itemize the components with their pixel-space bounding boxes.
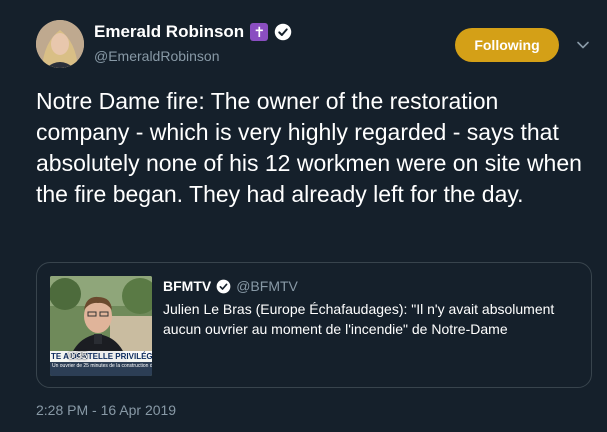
verified-badge-icon: [216, 279, 231, 293]
tweet-timestamp[interactable]: 2:28 PM - 16 Apr 2019: [36, 402, 176, 418]
video-ticker: TE A DENTELLE PRIVILÉGIÉE: [50, 351, 152, 362]
video-subtitle: Un ouvrier de 25 minutes de la construct…: [50, 362, 152, 376]
video-duration: 0:35: [68, 351, 88, 362]
cross-icon: ✝: [250, 23, 269, 41]
author-name-row: Emerald Robinson ✝: [94, 22, 292, 42]
video-thumbnail[interactable]: TE A DENTELLE PRIVILÉGIÉE 0:35 Un ouvrie…: [50, 276, 152, 376]
quoted-tweet-card[interactable]: TE A DENTELLE PRIVILÉGIÉE 0:35 Un ouvrie…: [36, 262, 592, 388]
quoted-author-handle[interactable]: @BFMTV: [236, 278, 298, 294]
following-button[interactable]: Following: [455, 28, 559, 62]
author-avatar[interactable]: [36, 20, 84, 68]
quoted-author-row: BFMTV @BFMTV: [163, 278, 298, 294]
tweet-text: Notre Dame fire: The owner of the restor…: [36, 88, 582, 207]
quoted-tweet-text: Julien Le Bras (Europe Échafaudages): "I…: [163, 301, 555, 337]
quoted-author-name[interactable]: BFMTV: [163, 278, 211, 294]
chevron-down-icon[interactable]: [576, 38, 590, 52]
author-handle[interactable]: @EmeraldRobinson: [94, 48, 220, 64]
author-name[interactable]: Emerald Robinson: [94, 22, 244, 42]
verified-badge-icon: [274, 23, 292, 41]
